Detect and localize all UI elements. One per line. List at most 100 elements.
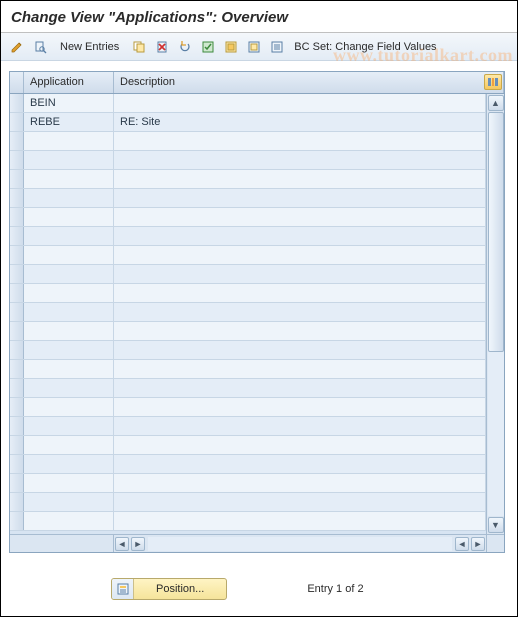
row-selector[interactable]	[10, 379, 24, 397]
select-block-icon[interactable]	[221, 37, 241, 57]
copy-as-icon[interactable]	[129, 37, 149, 57]
cell-description[interactable]	[114, 322, 486, 340]
table-row[interactable]: BEIN	[10, 94, 486, 113]
cell-description[interactable]	[114, 94, 486, 112]
undo-change-icon[interactable]	[175, 37, 195, 57]
position-button[interactable]: Position...	[111, 578, 227, 600]
row-selector[interactable]	[10, 398, 24, 416]
horizontal-scrollbar[interactable]: ◄ ► ◄ ►	[10, 534, 504, 552]
cell-description[interactable]	[114, 398, 486, 416]
cell-description[interactable]	[114, 512, 486, 530]
cell-description[interactable]	[114, 151, 486, 169]
cell-description[interactable]	[114, 132, 486, 150]
cell-description[interactable]: RE: Site	[114, 113, 486, 131]
scroll-down-icon[interactable]: ▼	[488, 517, 504, 533]
row-selector[interactable]	[10, 132, 24, 150]
vertical-scroll-thumb[interactable]	[488, 112, 504, 352]
cell-description[interactable]	[114, 474, 486, 492]
cell-description[interactable]	[114, 379, 486, 397]
row-selector[interactable]	[10, 227, 24, 245]
table-row[interactable]	[10, 132, 486, 151]
cell-application[interactable]	[24, 436, 114, 454]
cell-application[interactable]	[24, 474, 114, 492]
row-selector[interactable]	[10, 208, 24, 226]
select-all-column-header[interactable]	[10, 72, 24, 93]
row-selector[interactable]	[10, 493, 24, 511]
table-row[interactable]	[10, 360, 486, 379]
table-row[interactable]	[10, 379, 486, 398]
table-row[interactable]	[10, 436, 486, 455]
cell-description[interactable]	[114, 436, 486, 454]
row-selector[interactable]	[10, 189, 24, 207]
row-selector[interactable]	[10, 417, 24, 435]
table-row[interactable]	[10, 208, 486, 227]
scroll-right-icon[interactable]: ►	[471, 537, 485, 551]
cell-description[interactable]	[114, 265, 486, 283]
cell-description[interactable]	[114, 360, 486, 378]
cell-application[interactable]	[24, 189, 114, 207]
table-row[interactable]	[10, 341, 486, 360]
cell-description[interactable]	[114, 493, 486, 511]
row-selector[interactable]	[10, 265, 24, 283]
scroll-left-step-icon[interactable]: ◄	[455, 537, 469, 551]
column-header-application[interactable]: Application	[24, 72, 114, 93]
cell-application[interactable]	[24, 360, 114, 378]
table-row[interactable]	[10, 303, 486, 322]
row-selector[interactable]	[10, 360, 24, 378]
cell-description[interactable]	[114, 227, 486, 245]
cell-application[interactable]	[24, 303, 114, 321]
cell-application[interactable]	[24, 455, 114, 473]
table-row[interactable]	[10, 398, 486, 417]
table-row[interactable]	[10, 474, 486, 493]
row-selector[interactable]	[10, 113, 24, 131]
cell-application[interactable]	[24, 227, 114, 245]
table-row[interactable]	[10, 512, 486, 531]
table-row[interactable]	[10, 151, 486, 170]
cell-description[interactable]	[114, 455, 486, 473]
cell-application[interactable]	[24, 398, 114, 416]
cell-description[interactable]	[114, 170, 486, 188]
cell-application[interactable]: BEIN	[24, 94, 114, 112]
cell-description[interactable]	[114, 417, 486, 435]
row-selector[interactable]	[10, 303, 24, 321]
new-entries-button[interactable]: New Entries	[53, 37, 126, 57]
bc-set-icon[interactable]	[267, 37, 287, 57]
toggle-display-change-icon[interactable]	[7, 37, 27, 57]
scroll-right-step-icon[interactable]: ►	[131, 537, 145, 551]
table-row[interactable]	[10, 246, 486, 265]
cell-application[interactable]	[24, 170, 114, 188]
cell-application[interactable]	[24, 493, 114, 511]
cell-application[interactable]	[24, 284, 114, 302]
vertical-scrollbar[interactable]: ▲ ▼	[486, 94, 504, 534]
table-row[interactable]	[10, 265, 486, 284]
row-selector[interactable]	[10, 246, 24, 264]
cell-application[interactable]	[24, 512, 114, 530]
table-row[interactable]	[10, 417, 486, 436]
row-selector[interactable]	[10, 436, 24, 454]
row-selector[interactable]	[10, 94, 24, 112]
row-selector[interactable]	[10, 455, 24, 473]
row-selector[interactable]	[10, 284, 24, 302]
row-selector[interactable]	[10, 170, 24, 188]
table-row[interactable]: REBERE: Site	[10, 113, 486, 132]
vertical-scroll-track[interactable]	[488, 112, 504, 516]
table-row[interactable]	[10, 170, 486, 189]
table-row[interactable]	[10, 284, 486, 303]
row-selector[interactable]	[10, 151, 24, 169]
row-selector[interactable]	[10, 512, 24, 530]
table-row[interactable]	[10, 189, 486, 208]
row-selector[interactable]	[10, 322, 24, 340]
table-settings-icon[interactable]	[484, 74, 502, 90]
cell-application[interactable]	[24, 246, 114, 264]
cell-description[interactable]	[114, 246, 486, 264]
horizontal-scroll-track[interactable]	[148, 537, 452, 551]
cell-application[interactable]	[24, 379, 114, 397]
find-icon[interactable]	[30, 37, 50, 57]
column-header-description[interactable]: Description	[114, 72, 504, 93]
table-row[interactable]	[10, 493, 486, 512]
cell-application[interactable]	[24, 322, 114, 340]
scroll-up-icon[interactable]: ▲	[488, 95, 504, 111]
cell-application[interactable]	[24, 265, 114, 283]
cell-description[interactable]	[114, 284, 486, 302]
deselect-all-icon[interactable]	[244, 37, 264, 57]
